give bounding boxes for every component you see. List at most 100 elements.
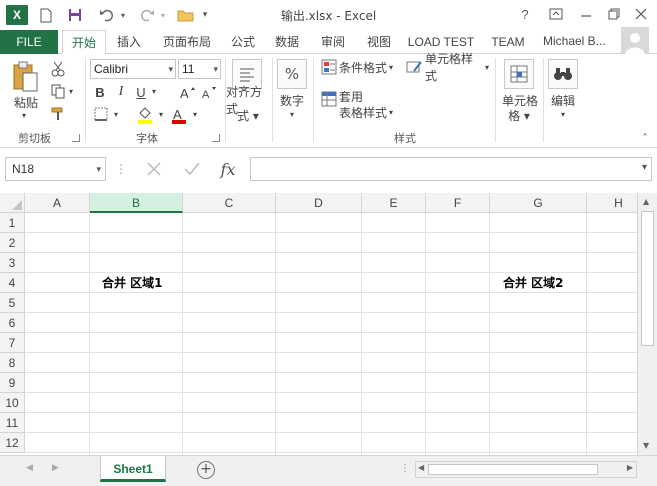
minimize-icon[interactable] — [575, 4, 597, 24]
row-header[interactable]: 11 — [0, 413, 25, 433]
conditional-format-icon[interactable] — [320, 58, 338, 76]
scroll-left-icon[interactable]: ◀ — [418, 463, 424, 472]
row-header[interactable]: 2 — [0, 233, 25, 253]
row-header[interactable]: 8 — [0, 353, 25, 373]
scroll-right-icon[interactable]: ▶ — [627, 463, 633, 472]
save-icon[interactable] — [64, 5, 86, 25]
collapse-ribbon-icon[interactable]: ˄ — [638, 132, 652, 144]
merged-region-2-text[interactable]: 合并 区域2 — [503, 273, 564, 293]
copy-dropdown-icon[interactable]: ▾ — [67, 86, 75, 96]
binoculars-icon[interactable] — [548, 59, 578, 89]
tab-file[interactable]: FILE — [0, 30, 58, 54]
redo-icon[interactable] — [136, 5, 158, 25]
expand-formula-icon[interactable]: ▾ — [642, 162, 647, 173]
table-format-button[interactable]: 套用 — [339, 88, 369, 104]
tab-view[interactable]: 视图 — [360, 30, 398, 54]
fill-color-dropdown-icon[interactable]: ▾ — [156, 109, 166, 119]
cell-style-icon[interactable] — [405, 58, 423, 76]
next-sheet-icon[interactable]: ▶ — [52, 463, 59, 473]
tab-home[interactable]: 开始 — [62, 30, 106, 55]
column-header-g[interactable]: G — [490, 193, 587, 213]
customize-toolbar-icon[interactable]: ▾ — [198, 5, 212, 25]
tab-page-layout[interactable]: 页面布局 — [156, 30, 218, 54]
cancel-entry-icon[interactable] — [140, 157, 168, 181]
confirm-entry-icon[interactable] — [178, 157, 206, 181]
copy-icon[interactable] — [48, 82, 68, 100]
row-header[interactable]: 12 — [0, 433, 25, 453]
editing-dropdown-icon[interactable]: ▾ — [556, 108, 570, 120]
italic-button[interactable]: I — [114, 83, 128, 101]
merged-region-1-text[interactable]: 合并 区域1 — [102, 273, 163, 293]
conditional-format-button[interactable]: 条件格式 ▾ — [339, 58, 399, 76]
decrease-font-icon[interactable]: A — [200, 83, 218, 101]
column-header-a[interactable]: A — [25, 193, 90, 213]
add-sheet-button[interactable]: + — [197, 461, 215, 479]
sheet-tab-sheet1[interactable]: Sheet1 — [100, 456, 166, 482]
increase-font-icon[interactable]: A — [178, 83, 196, 101]
redo-dropdown-icon[interactable]: ▾ — [158, 5, 168, 25]
column-header-h[interactable]: H — [587, 193, 637, 213]
row-header[interactable]: 7 — [0, 333, 25, 353]
formula-input[interactable]: ▾ — [250, 157, 652, 181]
scroll-down-icon[interactable]: ▼ — [643, 441, 649, 450]
underline-dropdown-icon[interactable]: ▾ — [149, 86, 159, 96]
close-icon[interactable] — [630, 4, 652, 24]
tab-formulas[interactable]: 公式 — [224, 30, 262, 54]
row-header[interactable]: 1 — [0, 213, 25, 233]
undo-dropdown-icon[interactable]: ▾ — [118, 5, 128, 25]
table-format-button-line2[interactable]: 表格样式 ▾ — [339, 104, 399, 120]
row-header[interactable]: 3 — [0, 253, 25, 273]
scroll-up-icon[interactable]: ▲ — [643, 197, 649, 206]
underline-button[interactable]: U — [134, 83, 148, 101]
font-color-dropdown-icon[interactable]: ▾ — [190, 109, 200, 119]
column-header-b[interactable]: B — [90, 193, 183, 213]
help-button[interactable]: ? — [514, 4, 536, 24]
editing-button[interactable]: 编辑 — [546, 92, 580, 108]
vertical-scrollbar[interactable]: ▲ ▼ — [637, 193, 657, 455]
cells-dropdown[interactable]: 格 ▾ — [504, 108, 534, 123]
borders-dropdown-icon[interactable]: ▾ — [111, 109, 121, 119]
percent-icon[interactable]: % — [277, 59, 307, 89]
horizontal-scrollbar[interactable]: ◀ ▶ — [415, 461, 637, 478]
font-color-icon[interactable]: A — [168, 105, 190, 125]
alignment-dropdown[interactable]: 式 ▾ — [234, 108, 262, 123]
number-dropdown-icon[interactable]: ▾ — [285, 108, 299, 120]
clipboard-launcher-icon[interactable] — [72, 134, 80, 142]
column-header-d[interactable]: D — [276, 193, 362, 213]
format-painter-icon[interactable] — [48, 104, 68, 122]
new-file-icon[interactable] — [36, 5, 56, 25]
tab-data[interactable]: 数据 — [268, 30, 306, 54]
tab-split-grip-icon[interactable]: ⋮ — [400, 463, 410, 474]
restore-icon[interactable] — [603, 4, 625, 24]
font-size-combo[interactable]: 11 ▾ — [178, 59, 221, 79]
cell-area[interactable] — [25, 213, 637, 455]
tab-insert[interactable]: 插入 — [110, 30, 148, 54]
undo-icon[interactable] — [96, 5, 118, 25]
select-all-corner[interactable] — [0, 193, 25, 213]
bold-button[interactable]: B — [92, 83, 108, 101]
prev-sheet-icon[interactable]: ◀ — [26, 463, 33, 473]
column-header-c[interactable]: C — [183, 193, 276, 213]
font-launcher-icon[interactable] — [212, 134, 220, 142]
paste-button[interactable]: 粘贴 — [6, 94, 46, 110]
paste-dropdown-icon[interactable]: ▾ — [18, 110, 30, 120]
row-header[interactable]: 9 — [0, 373, 25, 393]
open-folder-icon[interactable] — [174, 5, 196, 25]
table-format-icon[interactable] — [320, 90, 338, 108]
number-format-button[interactable]: 数字 — [274, 92, 310, 108]
cells-icon[interactable] — [504, 59, 534, 89]
cell-style-button[interactable]: 单元格样式 ▾ — [425, 52, 489, 83]
cut-icon[interactable] — [48, 60, 68, 78]
tab-team[interactable]: TEAM — [486, 30, 530, 54]
fill-color-icon[interactable] — [134, 105, 156, 125]
row-header[interactable]: 6 — [0, 313, 25, 333]
horizontal-scroll-thumb[interactable] — [428, 464, 598, 475]
insert-function-button[interactable]: fx — [214, 157, 242, 181]
ribbon-display-options-icon[interactable] — [545, 4, 567, 24]
row-header[interactable]: 5 — [0, 293, 25, 313]
column-header-e[interactable]: E — [362, 193, 426, 213]
row-header[interactable]: 4 — [0, 273, 25, 293]
borders-icon[interactable] — [92, 105, 110, 123]
vertical-scroll-thumb[interactable] — [641, 211, 654, 346]
font-name-combo[interactable]: Calibri ▾ — [90, 59, 176, 79]
